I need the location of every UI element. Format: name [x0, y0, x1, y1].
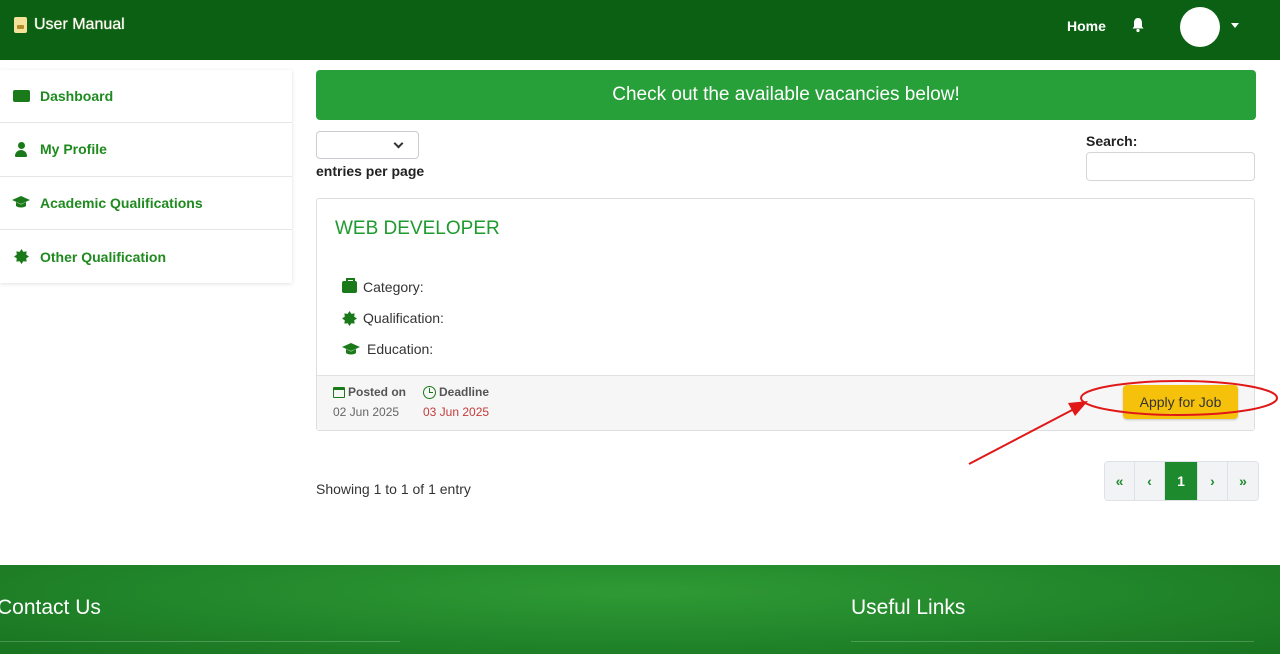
clock-icon [423, 385, 436, 399]
category-label: Category: [363, 279, 424, 295]
deadline-meta: Deadline 03 Jun 2025 [423, 385, 489, 419]
search-label: Search: [1086, 133, 1138, 149]
entries-per-page-label: entries per page [316, 163, 425, 179]
sidebar-item-academic-qualifications[interactable]: Academic Qualifications [0, 177, 292, 230]
previous-page-button[interactable]: ‹ [1135, 462, 1165, 500]
pagination: « ‹ 1 › » [1104, 461, 1259, 501]
user-manual-link[interactable]: User Manual [14, 16, 125, 34]
education-label: Education: [367, 341, 434, 357]
contact-us-heading: Contact Us [0, 596, 101, 619]
sidebar-item-label: Academic Qualifications [40, 194, 203, 211]
user-avatar[interactable] [1180, 7, 1220, 47]
nav-home-link[interactable]: Home [1067, 18, 1106, 34]
sidebar-item-label: My Profile [40, 141, 107, 158]
caret-down-icon[interactable] [1231, 23, 1239, 28]
calendar-icon [333, 386, 345, 398]
showing-entries-text: Showing 1 to 1 of 1 entry [316, 481, 471, 497]
graduation-cap-icon [10, 196, 32, 209]
useful-links-heading: Useful Links [851, 596, 966, 619]
job-education-row: Education: [341, 341, 433, 357]
next-page-button[interactable]: › [1198, 462, 1228, 500]
footer-divider [0, 641, 400, 642]
sidebar-item-label: Dashboard [40, 88, 114, 105]
qualification-label: Qualification: [363, 310, 444, 326]
brand-label: User Manual [34, 16, 125, 33]
job-title: WEB DEVELOPER [335, 218, 500, 239]
folder-open-icon [10, 90, 32, 103]
page-1-button[interactable]: 1 [1165, 462, 1198, 500]
sidebar-item-my-profile[interactable]: My Profile [0, 123, 292, 177]
sidebar: Dashboard My Profile Academic Qualificat… [0, 70, 292, 283]
posted-date: 02 Jun 2025 [333, 405, 400, 419]
first-page-button[interactable]: « [1105, 462, 1135, 500]
sidebar-item-dashboard[interactable]: Dashboard [0, 70, 292, 124]
apply-for-job-button[interactable]: Apply for Job [1123, 385, 1238, 419]
sidebar-item-label: Other Qualification [40, 248, 167, 265]
user-icon [10, 141, 32, 157]
deadline-label: Deadline [439, 385, 490, 399]
posted-on-meta: Posted on 02 Jun 2025 [333, 385, 406, 419]
vacancies-banner: Check out the available vacancies below! [316, 70, 1256, 120]
job-card-footer: Posted on 02 Jun 2025 Deadline 03 Jun 20… [317, 375, 1254, 430]
posted-label: Posted on [348, 385, 407, 399]
last-page-button[interactable]: » [1228, 462, 1258, 500]
entries-per-page-select[interactable] [316, 131, 419, 159]
top-navbar: User Manual Home [0, 0, 1280, 60]
certificate-icon [10, 249, 32, 265]
certificate-icon [341, 310, 357, 326]
pdf-file-icon [14, 17, 27, 33]
site-footer: Contact Us Useful Links [0, 565, 1280, 654]
job-qualification-row: Qualification: [341, 310, 444, 326]
job-card: WEB DEVELOPER Category: Qualification: E… [316, 198, 1255, 431]
search-input[interactable] [1086, 152, 1255, 181]
footer-divider [851, 641, 1254, 642]
chevron-down-icon [393, 138, 404, 149]
sidebar-item-other-qualification[interactable]: Other Qualification [0, 230, 292, 283]
bell-icon[interactable] [1131, 17, 1145, 36]
job-category-row: Category: [341, 278, 424, 295]
deadline-date: 03 Jun 2025 [423, 405, 490, 419]
briefcase-icon [341, 278, 357, 293]
graduation-cap-icon [341, 342, 361, 356]
